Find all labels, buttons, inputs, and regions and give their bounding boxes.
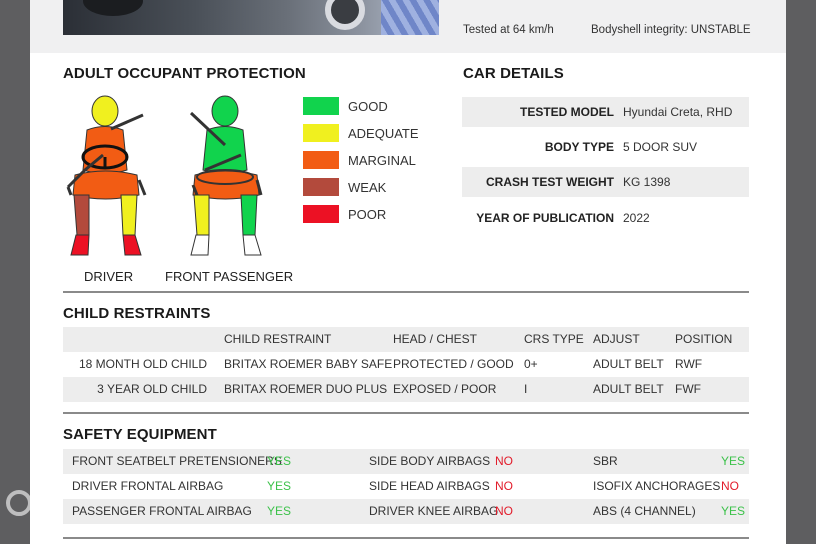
passenger-dummy <box>189 95 263 256</box>
equip-value: YES <box>267 454 292 468</box>
section-divider <box>63 537 749 539</box>
legend-label: POOR <box>348 206 387 222</box>
equip-value: YES <box>267 504 292 518</box>
legend-label: WEAK <box>348 179 387 195</box>
equip-value: NO <box>721 479 739 493</box>
legend-swatch <box>303 97 339 115</box>
legend-poor: POOR <box>303 205 386 223</box>
child-table-header: CHILD RESTRAINT HEAD / CHEST CRS TYPE AD… <box>63 327 749 352</box>
equip-label: ABS (4 CHANNEL) <box>593 504 696 518</box>
col-crs-type: CRS TYPE <box>524 332 584 346</box>
table-row: PASSENGER FRONTAL AIRBAG YES DRIVER KNEE… <box>63 499 749 524</box>
bodyshell-integrity: Bodyshell integrity: UNSTABLE <box>591 24 751 36</box>
child-adjust: ADULT BELT <box>593 357 664 371</box>
legend-label: GOOD <box>348 98 388 114</box>
detail-value: 2022 <box>623 211 650 225</box>
equip-value: NO <box>495 454 513 468</box>
col-adjust: ADJUST <box>593 332 640 346</box>
legend-swatch <box>303 205 339 223</box>
legend-label: ADEQUATE <box>348 125 419 141</box>
child-crs-type: I <box>524 382 528 396</box>
adult-protection-title: ADULT OCCUPANT PROTECTION <box>63 65 306 82</box>
detail-key: YEAR OF PUBLICATION <box>476 211 614 225</box>
child-restraint: BRITAX ROEMER BABY SAFE <box>224 357 393 371</box>
legend-marginal: MARGINAL <box>303 151 416 169</box>
detail-value: 5 DOOR SUV <box>623 140 698 154</box>
legend-weak: WEAK <box>303 178 386 196</box>
safety-equipment-title: SAFETY EQUIPMENT <box>63 426 217 443</box>
driver-label: DRIVER <box>84 269 134 284</box>
passenger-label: FRONT PASSENGER <box>165 269 294 284</box>
equip-label: ISOFIX ANCHORAGES <box>593 479 721 493</box>
child-position: RWF <box>675 357 703 371</box>
child-restraints-title: CHILD RESTRAINTS <box>63 305 211 322</box>
equip-label: SBR <box>593 454 618 468</box>
equip-label: DRIVER KNEE AIRBAG <box>369 504 499 518</box>
col-position: POSITION <box>675 332 733 346</box>
detail-key: TESTED MODEL <box>519 105 614 119</box>
header-band: Tested at 64 km/h Bodyshell integrity: U… <box>30 0 786 53</box>
detail-crash-weight: CRASH TEST WEIGHT KG 1398 <box>462 167 749 197</box>
equip-value: NO <box>495 479 513 493</box>
legend-label: MARGINAL <box>348 152 416 168</box>
legend-swatch <box>303 178 339 196</box>
detail-value: Hyundai Creta, RHD <box>623 105 733 119</box>
detail-year: YEAR OF PUBLICATION 2022 <box>462 203 749 233</box>
col-child-restraint: CHILD RESTRAINT <box>224 332 332 346</box>
child-head-chest: EXPOSED / POOR <box>393 382 497 396</box>
equip-label: DRIVER FRONTAL AIRBAG <box>72 479 224 493</box>
legend-adequate: ADEQUATE <box>303 124 419 142</box>
child-occupant: 3 YEAR OLD CHILD <box>97 382 207 396</box>
table-row: FRONT SEATBELT PRETENSIONERS YES SIDE BO… <box>63 449 749 474</box>
legend-swatch <box>303 151 339 169</box>
child-crs-type: 0+ <box>524 357 538 371</box>
legend-swatch <box>303 124 339 142</box>
child-occupant: 18 MONTH OLD CHILD <box>78 357 207 371</box>
section-divider <box>63 412 749 414</box>
equip-value: YES <box>721 454 746 468</box>
section-divider <box>63 291 749 293</box>
col-head-chest: HEAD / CHEST <box>393 332 478 346</box>
child-head-chest: PROTECTED / GOOD <box>393 357 514 371</box>
detail-body-type: BODY TYPE 5 DOOR SUV <box>462 132 749 162</box>
equip-value: YES <box>721 504 746 518</box>
report-page: Tested at 64 km/h Bodyshell integrity: U… <box>30 0 786 544</box>
detail-key: BODY TYPE <box>544 140 614 154</box>
table-row: DRIVER FRONTAL AIRBAG YES SIDE HEAD AIRB… <box>63 474 749 499</box>
child-position: FWF <box>675 382 701 396</box>
child-adjust: ADULT BELT <box>593 382 664 396</box>
detail-value: KG 1398 <box>623 175 671 189</box>
child-restraint: BRITAX ROEMER DUO PLUS <box>224 382 388 396</box>
car-details-title: CAR DETAILS <box>463 65 564 82</box>
equip-label: PASSENGER FRONTAL AIRBAG <box>72 504 252 518</box>
detail-key: CRASH TEST WEIGHT <box>486 175 614 189</box>
equip-label: FRONT SEATBELT PRETENSIONERS <box>72 454 282 468</box>
equip-value: NO <box>495 504 513 518</box>
driver-dummy <box>66 95 147 256</box>
test-speed: Tested at 64 km/h <box>463 24 554 36</box>
table-row: 18 MONTH OLD CHILD BRITAX ROEMER BABY SA… <box>63 352 749 377</box>
table-row: 3 YEAR OLD CHILD BRITAX ROEMER DUO PLUS … <box>63 377 749 402</box>
equip-label: SIDE HEAD AIRBAGS <box>369 479 490 493</box>
watermark-logo <box>6 490 32 516</box>
equip-label: SIDE BODY AIRBAGS <box>369 454 491 468</box>
equip-value: YES <box>267 479 292 493</box>
detail-tested-model: TESTED MODEL Hyundai Creta, RHD <box>462 97 749 127</box>
crash-test-photo <box>63 0 439 35</box>
legend-good: GOOD <box>303 97 388 115</box>
